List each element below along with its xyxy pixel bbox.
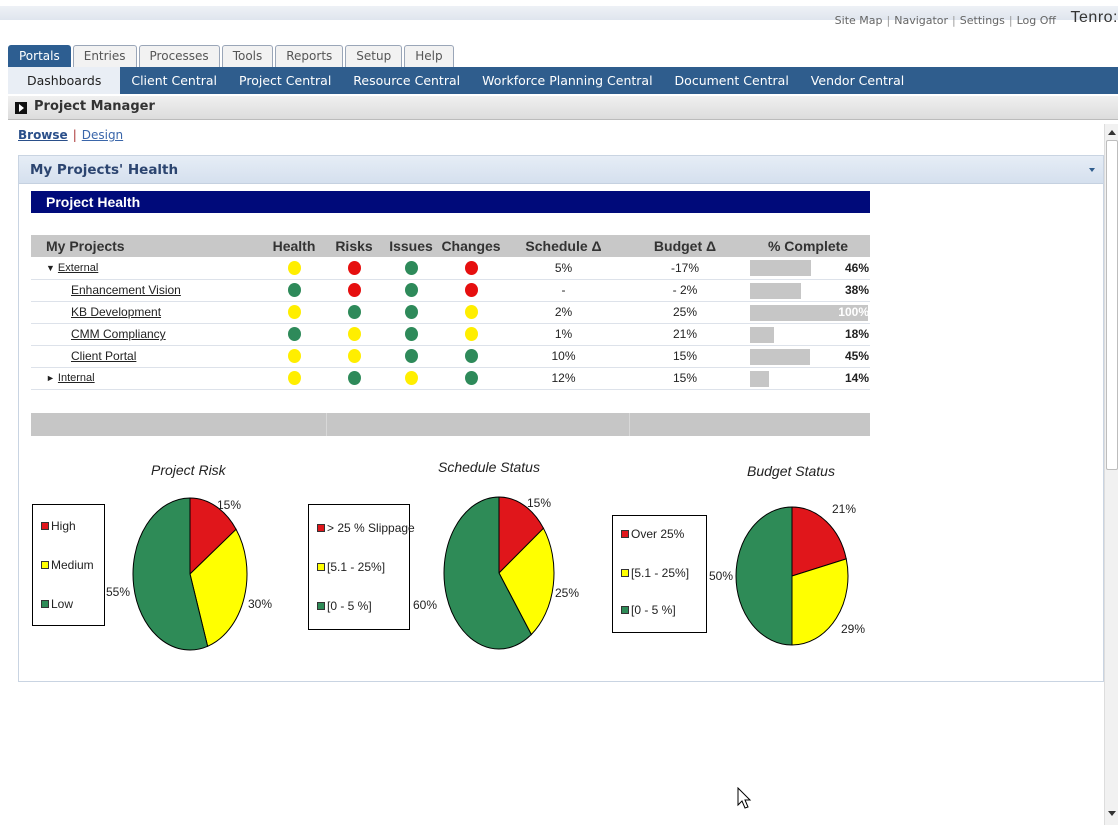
design-link[interactable]: Design <box>82 128 123 142</box>
sub-nav: Dashboards Client Central Project Centra… <box>8 67 1118 94</box>
chart-title: Schedule Status <box>438 459 540 475</box>
legend-item: High <box>41 519 76 533</box>
slice-percent-label: 25% <box>555 586 580 600</box>
legend-swatch <box>41 522 49 530</box>
slice-percent-label: 29% <box>841 622 866 636</box>
pie-slice <box>735 506 793 646</box>
legend-label: [5.1 - 25%] <box>631 566 690 580</box>
page-header: Project Manager <box>8 96 1118 120</box>
slice-percent-label: 30% <box>248 597 273 611</box>
subnav-project-central[interactable]: Project Central <box>228 67 342 94</box>
tab-reports[interactable]: Reports <box>275 45 344 67</box>
slice-percent-label: 60% <box>413 598 438 612</box>
tab-processes[interactable]: Processes <box>138 45 220 67</box>
separator: | <box>886 14 891 27</box>
scroll-down-icon[interactable] <box>1108 811 1116 816</box>
legend-label: Medium <box>51 558 94 572</box>
chart-legend: > 25 % Slippage [5.1 - 25%] [0 - 5 %] <box>308 504 415 630</box>
site-map-link[interactable]: Site Map <box>835 14 883 27</box>
legend-item: Medium <box>41 558 94 572</box>
legend-item: Over 25% <box>621 527 684 541</box>
chart-title: Project Risk <box>151 462 226 478</box>
legend-label: Over 25% <box>631 527 685 541</box>
separator: | <box>952 14 956 27</box>
legend-swatch <box>317 563 325 571</box>
subnav-resource-central[interactable]: Resource Central <box>342 67 471 94</box>
subnav-document-central[interactable]: Document Central <box>664 67 800 94</box>
tab-help[interactable]: Help <box>404 45 454 67</box>
browse-link[interactable]: Browse <box>18 128 68 142</box>
legend-swatch <box>621 606 629 614</box>
legend-item: Low <box>41 597 73 611</box>
subnav-workforce-planning-central[interactable]: Workforce Planning Central <box>471 67 663 94</box>
scroll-up-icon[interactable] <box>1108 130 1116 135</box>
mouse-cursor-icon <box>737 787 752 809</box>
separator: | <box>72 128 77 142</box>
chart-legend: Over 25% [5.1 - 25%] [0 - 5 %] <box>612 515 707 633</box>
legend-item: > 25 % Slippage <box>317 521 415 535</box>
pie-charts-svg <box>132 496 849 651</box>
legend-label: Low <box>51 597 74 611</box>
navigator-link[interactable]: Navigator <box>894 14 948 27</box>
legend-swatch <box>41 600 49 608</box>
legend-item: [5.1 - 25%] <box>317 560 385 574</box>
legend-swatch <box>317 524 325 532</box>
legend-label: [0 - 5 %] <box>327 599 372 613</box>
subnav-vendor-central[interactable]: Vendor Central <box>800 67 915 94</box>
expand-arrow-icon[interactable] <box>15 102 27 114</box>
chart-title: Budget Status <box>747 463 835 479</box>
subnav-client-central[interactable]: Client Central <box>120 67 228 94</box>
legend-item: [0 - 5 %] <box>621 603 676 617</box>
view-switcher: Browse | Design <box>18 128 123 142</box>
legend-swatch <box>621 569 629 577</box>
tab-tools[interactable]: Tools <box>221 45 274 67</box>
legend-label: High <box>51 519 76 533</box>
subnav-dashboards[interactable]: Dashboards <box>8 67 121 94</box>
legend-swatch <box>317 602 325 610</box>
legend-label: [5.1 - 25%] <box>327 560 386 574</box>
scroll-thumb[interactable] <box>1106 140 1118 470</box>
legend-label: [0 - 5 %] <box>631 603 676 617</box>
slice-percent-label: 21% <box>832 502 857 516</box>
tab-entries[interactable]: Entries <box>72 45 137 67</box>
main-tabs: Portals Entries Processes Tools Reports … <box>8 45 454 67</box>
legend-item: [0 - 5 %] <box>317 599 372 613</box>
page-title: Project Manager <box>34 99 155 114</box>
legend-swatch <box>621 530 629 538</box>
tab-portals[interactable]: Portals <box>8 45 71 67</box>
slice-percent-label: 15% <box>527 496 552 510</box>
separator: | <box>1008 14 1013 27</box>
chart-legend: High Medium Low <box>32 504 105 626</box>
legend-item: [5.1 - 25%] <box>621 566 689 580</box>
top-bar: Site Map | Navigator | Settings | Log Off Tenr… <box>0 0 1118 44</box>
slice-percent-label: 50% <box>709 569 734 583</box>
top-links: Site Map | Navigator | Settings | Log Off <box>835 14 1056 27</box>
settings-link[interactable]: Settings <box>960 14 1005 27</box>
vertical-scrollbar[interactable] <box>1104 124 1118 825</box>
brand-logo: Tenro: <box>1070 9 1118 26</box>
legend-label: > 25 % Slippage <box>327 521 415 535</box>
slice-percent-label: 15% <box>217 498 242 512</box>
slice-percent-label: 55% <box>106 585 131 599</box>
tab-setup[interactable]: Setup <box>345 45 403 67</box>
health-portlet: My Projects' Health Project Health My Pr… <box>18 155 1104 682</box>
legend-swatch <box>41 561 49 569</box>
log-off-link[interactable]: Log Off <box>1017 14 1056 27</box>
